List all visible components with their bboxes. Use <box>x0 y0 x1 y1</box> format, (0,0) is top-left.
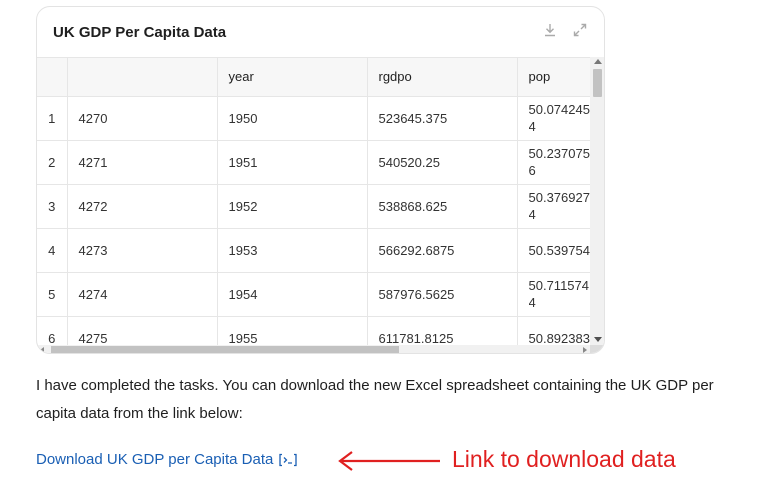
table-row: 2 4271 1951 540520.25 50.2370756 <box>37 140 590 185</box>
cell-id: 4271 <box>67 140 218 185</box>
row-index: 2 <box>37 140 68 185</box>
table-row: 1 4270 1950 523645.375 50.0742454 <box>37 96 590 141</box>
column-header-year[interactable]: year <box>217 58 368 97</box>
expand-icon[interactable] <box>572 22 588 38</box>
cell-pop: 50.0742454 <box>517 96 590 141</box>
card-title: UK GDP Per Capita Data <box>53 23 227 41</box>
assistant-message: I have completed the tasks. You can down… <box>36 377 714 422</box>
table-row: 6 4275 1955 611781.8125 50.892383 <box>37 316 590 345</box>
cell-rgdpo: 611781.8125 <box>367 316 518 345</box>
cell-pop: 50.2370756 <box>517 140 590 185</box>
cell-pop-value: 50.3769274 <box>528 190 590 222</box>
cell-pop-value: 50.2370756 <box>528 146 590 178</box>
table-viewport[interactable]: year rgdpo pop 1 4270 1950 523645.375 50… <box>37 57 590 345</box>
cell-pop: 50.892383 <box>517 316 590 345</box>
row-index: 4 <box>37 228 68 273</box>
column-header-pop[interactable]: pop <box>517 58 590 97</box>
download-data-link[interactable]: Download UK GDP per Capita Data <box>36 451 298 468</box>
table-row: 3 4272 1952 538868.625 50.3769274 <box>37 184 590 229</box>
table-row: 4 4273 1953 566292.6875 50.539754 <box>37 228 590 273</box>
scrollbar-corner <box>590 345 604 353</box>
cell-pop-value: 50.539754 <box>528 242 590 258</box>
data-card: UK GDP Per Capita Data year rgdpo pop 1 … <box>36 6 605 354</box>
row-index: 6 <box>37 316 68 345</box>
table-header-row: year rgdpo pop <box>37 58 590 97</box>
download-link-label: Download UK GDP per Capita Data <box>36 451 274 468</box>
cell-year: 1954 <box>217 272 368 317</box>
annotation-label: Link to download data <box>452 446 676 472</box>
data-table: year rgdpo pop 1 4270 1950 523645.375 50… <box>37 58 590 345</box>
code-link-icon <box>279 453 297 466</box>
table-row: 5 4274 1954 587976.5625 50.7115744 <box>37 272 590 317</box>
cell-year: 1950 <box>217 96 368 141</box>
cell-rgdpo: 538868.625 <box>367 184 518 229</box>
row-index: 3 <box>37 184 68 229</box>
cell-rgdpo: 566292.6875 <box>367 228 518 273</box>
cell-rgdpo: 587976.5625 <box>367 272 518 317</box>
download-icon[interactable] <box>542 22 558 38</box>
cell-rgdpo: 523645.375 <box>367 96 518 141</box>
cell-id: 4273 <box>67 228 218 273</box>
column-header-rgdpo[interactable]: rgdpo <box>367 58 518 97</box>
cell-id: 4275 <box>67 316 218 345</box>
cell-pop: 50.7115744 <box>517 272 590 317</box>
scroll-up-arrow-icon[interactable] <box>594 59 602 64</box>
column-header-id[interactable] <box>67 58 218 97</box>
cell-pop-value: 50.0742454 <box>528 102 590 134</box>
horizontal-scrollbar[interactable] <box>37 345 590 353</box>
column-header-index[interactable] <box>37 58 68 97</box>
cell-id: 4270 <box>67 96 218 141</box>
vertical-scroll-thumb[interactable] <box>593 69 602 97</box>
cell-id: 4274 <box>67 272 218 317</box>
scroll-down-arrow-icon[interactable] <box>594 337 602 342</box>
vertical-scrollbar[interactable] <box>590 57 604 345</box>
cell-pop-value: 50.7115744 <box>528 278 590 310</box>
row-index: 5 <box>37 272 68 317</box>
cell-year: 1953 <box>217 228 368 273</box>
cell-rgdpo: 540520.25 <box>367 140 518 185</box>
cell-year: 1955 <box>217 316 368 345</box>
cell-year: 1952 <box>217 184 368 229</box>
cell-id: 4272 <box>67 184 218 229</box>
horizontal-scroll-thumb[interactable] <box>51 346 399 353</box>
row-index: 1 <box>37 96 68 141</box>
cell-pop: 50.539754 <box>517 228 590 273</box>
scroll-right-arrow-icon[interactable] <box>583 347 587 353</box>
scroll-left-arrow-icon[interactable] <box>40 347 44 353</box>
annotation-arrow-icon <box>338 451 440 471</box>
cell-pop: 50.3769274 <box>517 184 590 229</box>
cell-year: 1951 <box>217 140 368 185</box>
card-header-actions <box>542 22 588 38</box>
card-header: UK GDP Per Capita Data <box>37 7 604 57</box>
cell-pop-value: 50.892383 <box>528 330 590 346</box>
